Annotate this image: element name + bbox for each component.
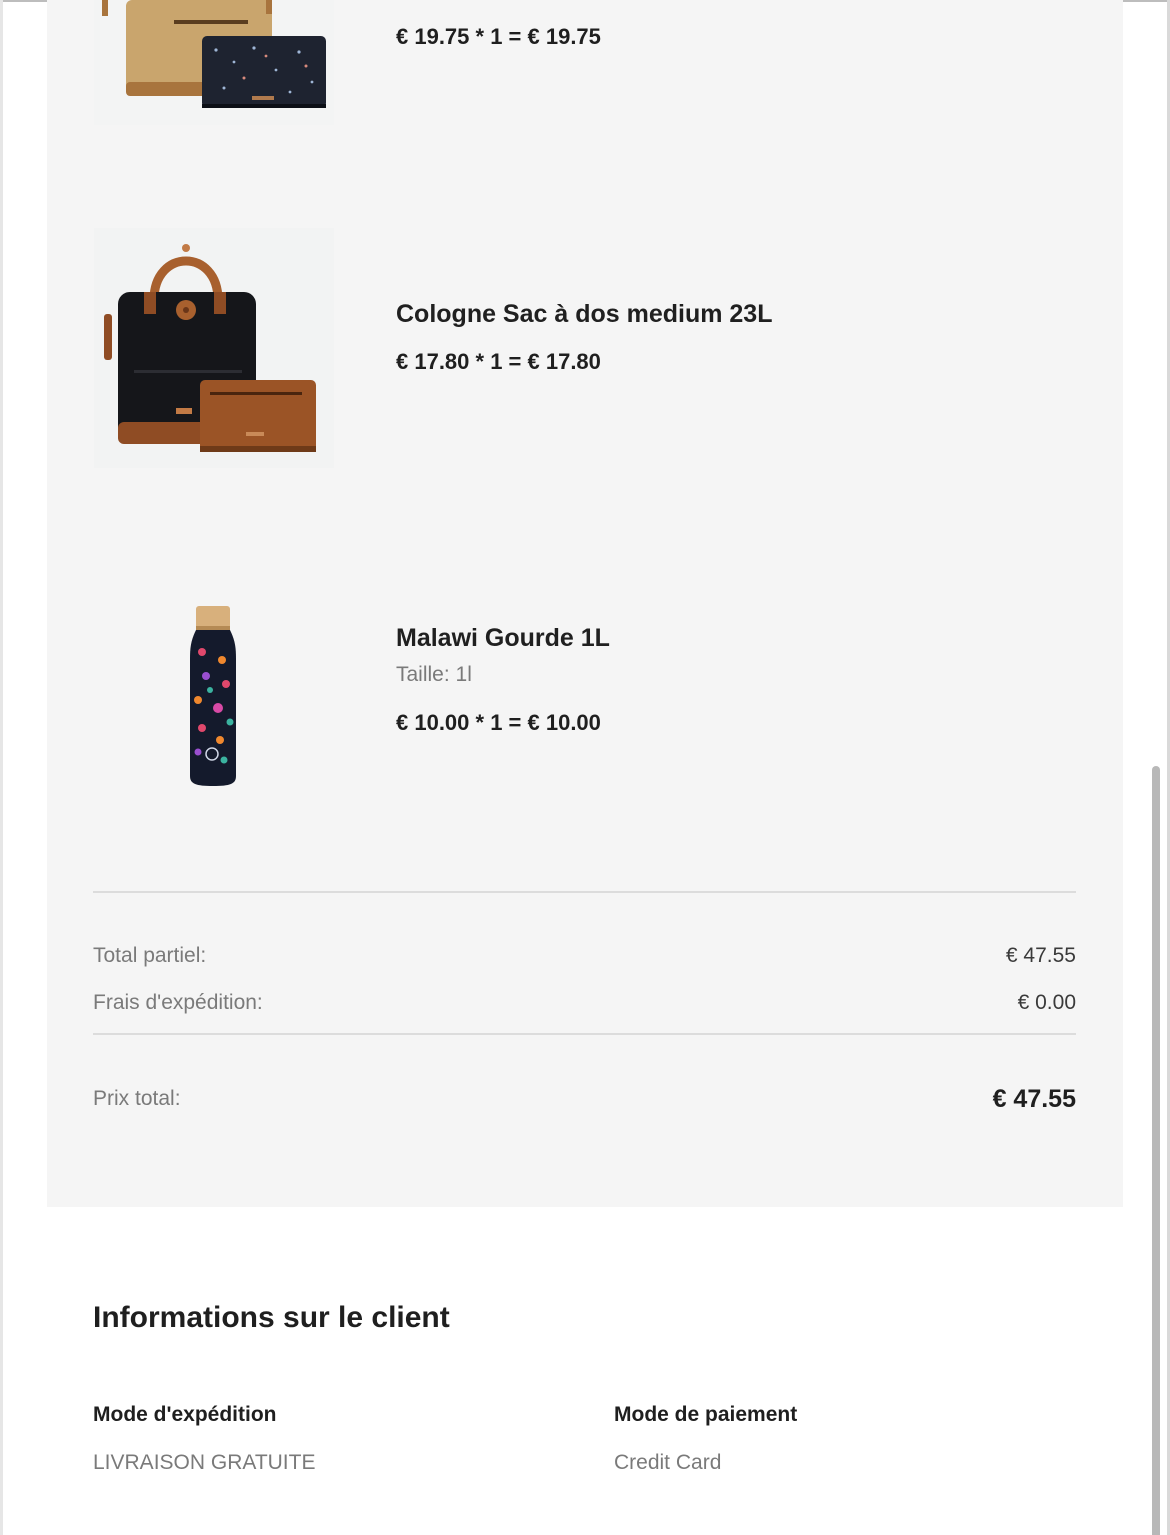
backpack-tan-with-black-pouch-image	[94, 0, 334, 125]
item-name[interactable]: Cologne Sac à dos medium 23L	[396, 300, 772, 329]
shipping-fee-label: Frais d'expédition:	[93, 991, 263, 1014]
shipping-method-value: LIVRAISON GRATUITE	[93, 1451, 316, 1474]
summary-divider	[93, 891, 1076, 893]
subtotal-value: € 47.55	[1005, 944, 1076, 967]
payment-method-label: Mode de paiement	[614, 1403, 798, 1426]
item-name[interactable]: Malawi Gourde 1L	[396, 624, 610, 653]
shipping-method-label: Mode d'expédition	[93, 1403, 277, 1426]
subtotal-label: Total partiel:	[93, 944, 207, 967]
item-price-line: € 10.00 * 1 = € 10.00	[396, 710, 601, 735]
summary-divider	[93, 1033, 1076, 1035]
item-variant: Taille: 1l	[396, 663, 472, 686]
payment-method-value: Credit Card	[614, 1451, 722, 1474]
item-price-line: € 17.80 * 1 = € 17.80	[396, 349, 601, 374]
floral-water-bottle-image	[94, 590, 334, 800]
backpack-black-with-brown-pouch-image	[94, 228, 334, 468]
shipping-fee-value: € 0.00	[1017, 991, 1076, 1014]
window-left-border	[0, 0, 3, 1535]
total-price-label: Prix total:	[93, 1087, 181, 1110]
vertical-scrollbar[interactable]	[1152, 766, 1160, 1535]
customer-info-title: Informations sur le client	[93, 1301, 450, 1334]
item-price-line: € 19.75 * 1 = € 19.75	[396, 24, 601, 49]
total-price-value: € 47.55	[992, 1085, 1076, 1113]
